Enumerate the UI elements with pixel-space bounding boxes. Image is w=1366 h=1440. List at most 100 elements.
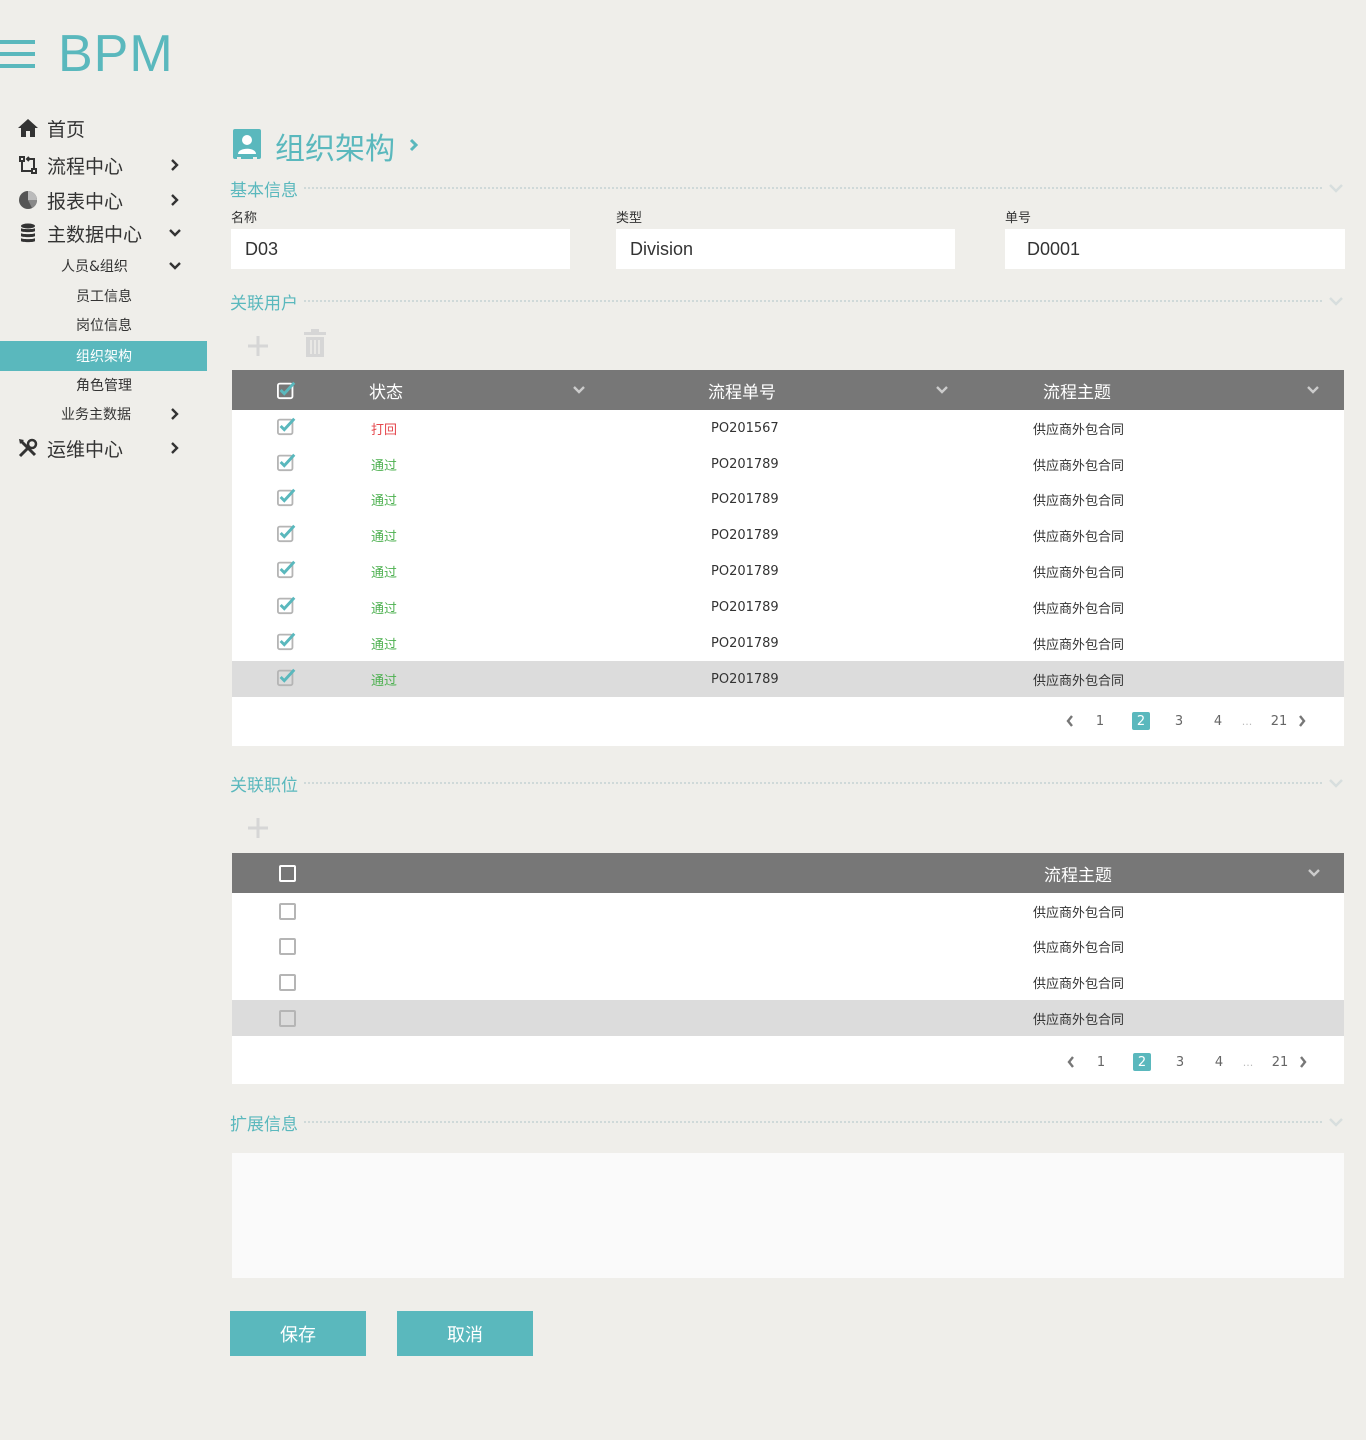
process-subject: 供应商外包合同 xyxy=(1033,565,1125,581)
process-subject: 供应商外包合同 xyxy=(1033,529,1125,545)
table-row[interactable]: 通过 PO201789 供应商外包合同 xyxy=(232,446,1344,482)
select-all-checkbox[interactable] xyxy=(277,380,297,400)
sidebar-item-master-data[interactable]: 主数据中心 xyxy=(0,219,207,247)
prev-page-icon[interactable] xyxy=(1061,712,1079,730)
table-header: 状态 流程单号 流程主题 xyxy=(232,370,1344,410)
menu-toggle-icon[interactable] xyxy=(0,40,35,70)
delete-user-button[interactable] xyxy=(304,329,326,361)
next-page-icon[interactable] xyxy=(1293,712,1311,730)
table-row[interactable]: 通过 PO201789 供应商外包合同 xyxy=(232,589,1344,625)
table-row[interactable]: 供应商外包合同 xyxy=(232,964,1344,1000)
table-row[interactable]: 打回 PO201567 供应商外包合同 xyxy=(232,410,1344,446)
row-checkbox[interactable] xyxy=(277,901,297,921)
row-checkbox[interactable] xyxy=(277,972,297,992)
status-label: 通过 xyxy=(371,458,398,474)
column-header-status[interactable]: 状态 xyxy=(369,370,403,410)
sidebar-item-reports[interactable]: 报表中心 xyxy=(0,186,207,214)
page-link-current[interactable]: 2 xyxy=(1132,712,1150,730)
prev-page-icon[interactable] xyxy=(1062,1053,1080,1071)
users-table: 状态 流程单号 流程主题 打回 PO201567 供应商外包合同 通过 PO201789… xyxy=(232,370,1344,746)
sidebar-item-business-data[interactable]: 业务主数据 xyxy=(0,402,207,426)
row-checkbox[interactable] xyxy=(277,523,297,543)
sort-chevron-icon[interactable] xyxy=(1307,370,1319,410)
section-extension-info[interactable]: 扩展信息 xyxy=(230,1111,1344,1135)
sidebar-item-people-org[interactable]: 人员&组织 xyxy=(0,254,207,278)
process-subject: 供应商外包合同 xyxy=(1033,905,1125,921)
row-checkbox[interactable] xyxy=(277,559,297,579)
sidebar-item-roles[interactable]: 角色管理 xyxy=(0,373,207,397)
status-label: 打回 xyxy=(371,422,398,438)
status-label: 通过 xyxy=(371,529,398,545)
table-row[interactable]: 供应商外包合同 xyxy=(232,1000,1344,1036)
collapse-chevron-icon[interactable] xyxy=(1328,777,1344,789)
select-all-checkbox[interactable] xyxy=(277,863,297,883)
sidebar-item-positions[interactable]: 岗位信息 xyxy=(0,313,207,337)
page-link[interactable]: 4 xyxy=(1210,1053,1228,1071)
column-header-subject[interactable]: 流程主题 xyxy=(1043,370,1111,410)
sidebar-item-ops[interactable]: 运维中心 xyxy=(0,434,207,462)
add-user-button[interactable] xyxy=(247,335,269,361)
database-icon xyxy=(17,222,39,244)
section-related-users[interactable]: 关联用户 xyxy=(230,290,1344,314)
chevron-down-icon xyxy=(168,259,182,273)
row-checkbox[interactable] xyxy=(277,631,297,651)
sidebar-item-org-structure[interactable]: 组织架构 xyxy=(0,341,207,371)
type-field[interactable] xyxy=(616,229,955,269)
cancel-button[interactable]: 取消 xyxy=(397,1311,533,1356)
chevron-right-icon xyxy=(168,441,182,455)
add-position-button[interactable] xyxy=(247,817,269,843)
page-ellipsis: ... xyxy=(1242,1055,1254,1069)
sort-chevron-icon[interactable] xyxy=(936,370,948,410)
next-page-icon[interactable] xyxy=(1294,1053,1312,1071)
divider xyxy=(304,782,1322,784)
name-label: 名称 xyxy=(231,211,258,226)
table-row[interactable]: 通过 PO201789 供应商外包合同 xyxy=(232,625,1344,661)
tools-icon xyxy=(17,437,39,459)
page-link[interactable]: 1 xyxy=(1091,712,1109,730)
row-checkbox[interactable] xyxy=(277,595,297,615)
row-checkbox[interactable] xyxy=(277,667,297,687)
column-header-number[interactable]: 流程单号 xyxy=(708,370,776,410)
page-link-current[interactable]: 2 xyxy=(1133,1053,1151,1071)
process-subject: 供应商外包合同 xyxy=(1033,976,1125,992)
section-related-positions[interactable]: 关联职位 xyxy=(230,772,1344,796)
table-row[interactable]: 供应商外包合同 xyxy=(232,928,1344,964)
contact-card-icon xyxy=(233,129,261,163)
chevron-right-icon xyxy=(409,137,419,156)
collapse-chevron-icon[interactable] xyxy=(1328,295,1344,307)
page-link[interactable]: 3 xyxy=(1171,1053,1189,1071)
process-subject: 供应商外包合同 xyxy=(1033,1012,1125,1028)
save-button[interactable]: 保存 xyxy=(230,1311,366,1356)
sidebar-item-workflow[interactable]: 流程中心 xyxy=(0,151,207,179)
sidebar-item-home[interactable]: 首页 xyxy=(0,114,207,142)
row-checkbox[interactable] xyxy=(277,452,297,472)
sort-chevron-icon[interactable] xyxy=(573,370,585,410)
page-link[interactable]: 3 xyxy=(1170,712,1188,730)
process-subject: 供应商外包合同 xyxy=(1033,458,1125,474)
table-row[interactable]: 通过 PO201789 供应商外包合同 xyxy=(232,553,1344,589)
page-link-last[interactable]: 21 xyxy=(1271,1053,1289,1071)
table-row[interactable]: 通过 PO201789 供应商外包合同 xyxy=(232,517,1344,553)
number-label: 单号 xyxy=(1005,211,1032,226)
page-link-last[interactable]: 21 xyxy=(1270,712,1288,730)
sort-chevron-icon[interactable] xyxy=(1308,853,1320,893)
sidebar-item-employees[interactable]: 员工信息 xyxy=(0,284,207,308)
collapse-chevron-icon[interactable] xyxy=(1328,182,1344,194)
section-basic-info[interactable]: 基本信息 xyxy=(230,177,1344,201)
row-checkbox[interactable] xyxy=(277,416,297,436)
table-row[interactable]: 通过 PO201789 供应商外包合同 xyxy=(232,481,1344,517)
page-link[interactable]: 4 xyxy=(1209,712,1227,730)
divider xyxy=(304,187,1322,189)
table-row[interactable]: 供应商外包合同 xyxy=(232,893,1344,929)
number-field[interactable] xyxy=(1005,229,1345,269)
table-row[interactable]: 通过 PO201789 供应商外包合同 xyxy=(232,661,1344,697)
collapse-chevron-icon[interactable] xyxy=(1328,1116,1344,1128)
name-field[interactable] xyxy=(231,229,570,269)
row-checkbox[interactable] xyxy=(277,487,297,507)
row-checkbox[interactable] xyxy=(277,1008,297,1028)
column-header-subject[interactable]: 流程主题 xyxy=(1044,853,1112,893)
process-subject: 供应商外包合同 xyxy=(1033,493,1125,509)
page-link[interactable]: 1 xyxy=(1092,1053,1110,1071)
row-checkbox[interactable] xyxy=(277,936,297,956)
process-number: PO201567 xyxy=(711,420,779,436)
